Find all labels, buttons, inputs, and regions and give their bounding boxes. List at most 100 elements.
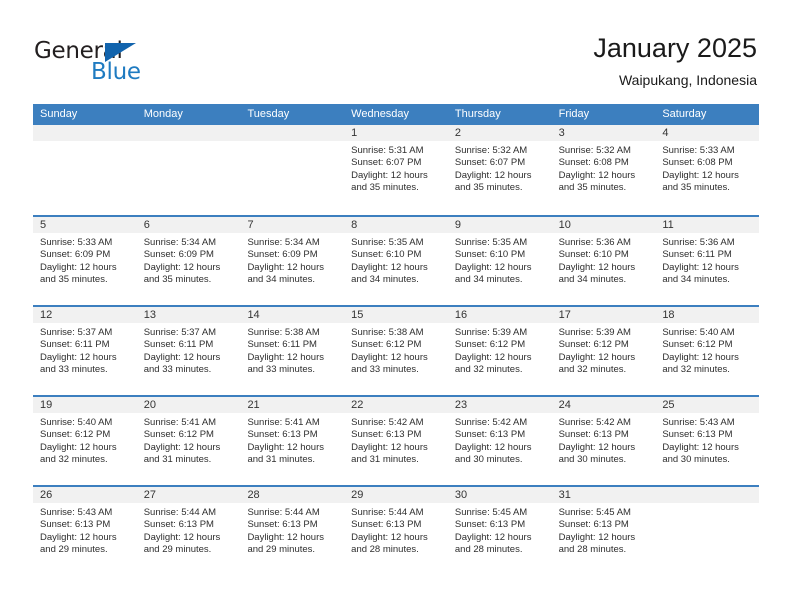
calendar-day-cell[interactable]: 29 Sunrise: 5:44 AM Sunset: 6:13 PM Dayligh… [344,487,448,575]
day-info-line: Sunrise: 5:35 AM [454,237,528,248]
day-number-band [655,487,760,504]
day-of-week-header-tuesday: Tuesday [247,108,290,120]
day-sun-info [240,142,344,145]
day-info-line: Sunrise: 5:34 AM [143,237,217,248]
general-blue-logo[interactable]: General Blue [34,38,204,85]
day-info-line: Sunrise: 5:41 AM [247,417,320,428]
day-info-line: Sunrise: 5:43 AM [40,507,113,518]
calendar-day-cell[interactable]: 11 Sunrise: 5:36 AM Sunset: 6:11 PM Dayligh… [655,217,760,305]
calendar-day-cell[interactable]: 15 Sunrise: 5:38 AM Sunset: 6:12 PM Dayligh… [344,307,448,395]
calendar-day-cell[interactable]: 31 Sunrise: 5:45 AM Sunset: 6:13 PM Dayligh… [551,487,656,575]
day-info-line: Sunset: 6:13 PM [454,429,526,441]
calendar-day-cell[interactable]: 6 Sunrise: 5:34 AM Sunset: 6:09 PM Daylight… [136,217,241,305]
day-info-line: Sunrise: 5:43 AM [662,417,735,428]
day-info-line: Daylight: 12 hours [143,261,221,273]
day-info-line: and 30 minutes. [558,454,627,466]
calendar-day-cell[interactable]: 26 Sunrise: 5:43 AM Sunset: 6:13 PM Dayligh… [33,487,137,575]
day-info-line: Sunset: 6:07 PM [351,157,422,169]
calendar-day-cell[interactable]: 20 Sunrise: 5:41 AM Sunset: 6:12 PM Dayligh… [136,397,241,485]
day-info-line: Sunset: 6:13 PM [351,519,422,531]
day-number-band: 3 [551,125,656,142]
day-info-line: Daylight: 12 hours [454,261,532,273]
calendar-day-cell[interactable]: 22 Sunrise: 5:42 AM Sunset: 6:13 PM Dayligh… [344,397,448,485]
day-info-line: Sunrise: 5:36 AM [662,237,735,248]
day-info-line: Sunrise: 5:41 AM [143,417,217,428]
calendar-day-cell[interactable]: 23 Sunrise: 5:42 AM Sunset: 6:13 PM Dayligh… [447,397,552,485]
calendar-day-cell[interactable]: 7 Sunrise: 5:34 AM Sunset: 6:09 PM Daylight… [240,217,345,305]
calendar-day-cell[interactable]: 8 Sunrise: 5:35 AM Sunset: 6:10 PM Daylight… [344,217,448,305]
day-info-line: Sunrise: 5:39 AM [454,327,528,338]
day-info-line: and 34 minutes. [454,274,523,286]
day-number-band: 25 [655,397,760,414]
day-info-line: Daylight: 12 hours [558,351,636,363]
calendar-day-cell[interactable]: 4 Sunrise: 5:33 AM Sunset: 6:08 PM Daylight… [655,125,760,215]
day-info-line: Sunset: 6:11 PM [143,339,214,351]
calendar-day-cell[interactable]: 10 Sunrise: 5:36 AM Sunset: 6:10 PM Dayligh… [551,217,656,305]
day-info-line: and 29 minutes. [143,544,212,556]
day-info-line: Sunset: 6:13 PM [454,519,526,531]
day-number: 15 [351,309,364,321]
day-sun-info: Sunrise: 5:45 AM Sunset: 6:13 PM Daylight:… [552,504,656,557]
calendar-day-cell[interactable]: 5 Sunrise: 5:33 AM Sunset: 6:09 PM Daylight… [33,217,137,305]
calendar-day-cell[interactable]: 3 Sunrise: 5:32 AM Sunset: 6:08 PM Daylight… [551,125,656,215]
day-info-line: Daylight: 12 hours [247,261,325,273]
day-info-line: and 31 minutes. [351,454,419,466]
day-info-line: and 35 minutes. [662,182,730,194]
day-sun-info: Sunrise: 5:38 AM Sunset: 6:12 PM Daylight:… [344,324,448,377]
day-number-band: 18 [655,307,760,324]
calendar-day-cell[interactable]: 16 Sunrise: 5:39 AM Sunset: 6:12 PM Dayligh… [447,307,552,395]
calendar-day-cell[interactable]: 9 Sunrise: 5:35 AM Sunset: 6:10 PM Daylight… [447,217,552,305]
day-number: 31 [558,489,571,501]
day-number-band: 14 [240,307,345,324]
calendar-day-cell[interactable]: 14 Sunrise: 5:38 AM Sunset: 6:11 PM Dayligh… [240,307,345,395]
day-number: 14 [247,309,260,321]
calendar-day-cell[interactable]: 27 Sunrise: 5:44 AM Sunset: 6:13 PM Dayligh… [136,487,241,575]
day-info-line: and 30 minutes. [662,454,730,466]
day-info-line: and 34 minutes. [558,274,627,286]
calendar-day-cell[interactable]: 28 Sunrise: 5:44 AM Sunset: 6:13 PM Dayligh… [240,487,345,575]
calendar-day-cell[interactable]: 19 Sunrise: 5:40 AM Sunset: 6:12 PM Dayligh… [33,397,137,485]
day-sun-info: Sunrise: 5:39 AM Sunset: 6:12 PM Daylight:… [448,324,552,377]
day-number: 4 [662,127,669,139]
day-info-line: and 34 minutes. [351,274,419,286]
day-number: 6 [143,219,150,231]
day-info-line: Daylight: 12 hours [351,351,428,363]
day-info-line: and 32 minutes. [558,364,627,376]
calendar-day-cell[interactable]: 12 Sunrise: 5:37 AM Sunset: 6:11 PM Dayligh… [33,307,137,395]
calendar-page: General Blue January 2025 Waipukang, Ind… [0,0,792,612]
day-number-band: 1 [344,125,448,142]
day-of-week-header-sunday: Sunday [40,108,78,120]
calendar-day-cell[interactable]: 25 Sunrise: 5:43 AM Sunset: 6:13 PM Dayligh… [655,397,760,485]
title-block: January 2025 Waipukang, Indonesia [593,32,757,90]
day-info-line: and 29 minutes. [247,544,316,556]
day-info-line: Sunset: 6:13 PM [351,429,422,441]
day-sun-info: Sunrise: 5:40 AM Sunset: 6:12 PM Daylight:… [655,324,759,377]
day-number: 27 [143,489,156,501]
calendar-day-cell[interactable]: 21 Sunrise: 5:41 AM Sunset: 6:13 PM Dayligh… [240,397,345,485]
calendar-day-cell[interactable]: 13 Sunrise: 5:37 AM Sunset: 6:11 PM Dayligh… [136,307,241,395]
page-header: General Blue January 2025 Waipukang, Ind… [0,0,792,104]
day-sun-info [137,142,241,145]
day-sun-info [655,504,759,507]
calendar-day-cell[interactable]: 17 Sunrise: 5:39 AM Sunset: 6:12 PM Dayligh… [551,307,656,395]
day-info-line: Daylight: 12 hours [558,169,636,181]
day-number-band: 13 [136,307,241,324]
day-info-line: Sunrise: 5:32 AM [558,145,631,156]
day-info-line: and 28 minutes. [454,544,523,556]
calendar-weeks: 1 Sunrise: 5:31 AM Sunset: 6:07 PM Daylight… [33,125,760,575]
day-sun-info: Sunrise: 5:33 AM Sunset: 6:08 PM Daylight:… [655,142,759,195]
calendar-day-cell[interactable]: 18 Sunrise: 5:40 AM Sunset: 6:12 PM Dayligh… [655,307,760,395]
calendar-day-cell[interactable]: 2 Sunrise: 5:32 AM Sunset: 6:07 PM Daylight… [447,125,552,215]
day-number-band: 16 [447,307,552,324]
day-number-band: 12 [33,307,137,324]
calendar-day-cell[interactable]: 24 Sunrise: 5:42 AM Sunset: 6:13 PM Dayligh… [551,397,656,485]
day-info-line: Sunset: 6:10 PM [558,249,629,261]
calendar-day-cell[interactable]: 30 Sunrise: 5:45 AM Sunset: 6:13 PM Dayligh… [447,487,552,575]
day-info-line: Daylight: 12 hours [143,441,221,453]
day-number-band: 27 [136,487,241,504]
calendar-day-cell[interactable]: 1 Sunrise: 5:31 AM Sunset: 6:07 PM Daylight… [344,125,448,215]
day-number-band: 9 [447,217,552,234]
day-number: 23 [454,399,468,411]
day-number-band: 4 [655,125,760,142]
day-info-line: Sunset: 6:10 PM [351,249,422,261]
